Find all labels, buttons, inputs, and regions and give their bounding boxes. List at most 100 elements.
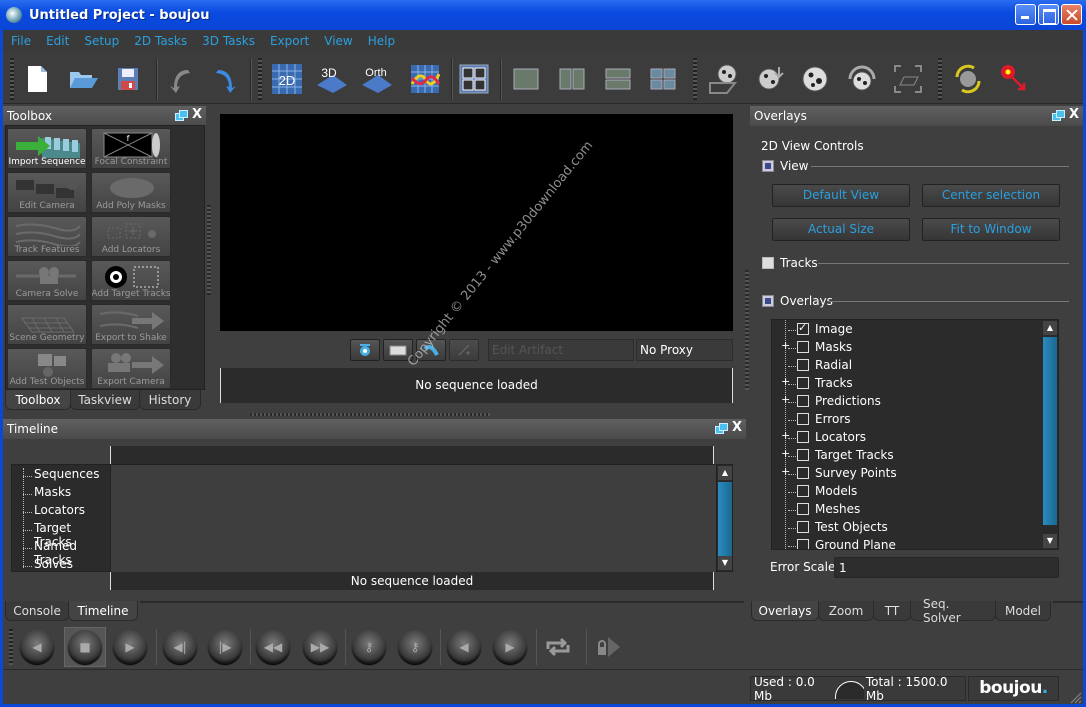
tracks-checkbox[interactable] [762,257,774,269]
vertical-splitter[interactable] [207,205,211,295]
tab-taskview[interactable]: Taskview [70,390,140,410]
view-orth-button[interactable]: Orth [360,62,394,96]
scroll-thumb[interactable] [718,482,732,556]
overlay-item-target-tracks[interactable]: + Target Tracks [772,447,1042,465]
toolbar-grip[interactable] [10,58,14,100]
tab-timeline[interactable]: Timeline [68,601,138,621]
tree-item-named-tracks[interactable]: Named Tracks [12,539,110,567]
float-panel-icon[interactable] [174,110,188,121]
tool-export-camera[interactable]: Export Camera [91,348,171,389]
menu-edit[interactable]: Edit [46,34,69,48]
tool-add-test-objects[interactable]: Add Test Objects [7,348,87,389]
camera-orbit-button[interactable] [845,62,879,96]
camera-look-button[interactable] [798,62,832,96]
layout-two-horizontal-button[interactable] [601,62,635,96]
close-button[interactable] [1061,4,1082,25]
tab-console[interactable]: Console [5,601,69,621]
next-key-button[interactable]: ⚷ [398,630,432,664]
step-back-button[interactable]: ◀| [163,630,197,664]
next-marker-button[interactable]: ▶ [493,630,527,664]
overlays-checkbox[interactable] [762,295,774,307]
overlay-item-models[interactable]: Models [772,483,1042,501]
default-view-button[interactable]: Default View [772,184,910,207]
scroll-down-button[interactable]: ▼ [1043,534,1057,548]
overlay-checkbox[interactable] [797,321,809,335]
tool-export-to-shake[interactable]: Export to Shake [91,304,171,345]
overlay-checkbox[interactable] [797,539,809,549]
overlay-checkbox[interactable] [797,359,809,371]
timeline-scrollbar[interactable]: ▲ ▼ [716,464,733,572]
expand-icon[interactable]: + [781,393,790,406]
camera-refresh-button[interactable] [951,62,985,96]
expand-icon[interactable]: + [781,339,790,352]
tree-item-locators[interactable]: Locators [12,503,110,521]
error-scale-input[interactable]: 1 [834,557,1059,578]
close-panel-icon[interactable]: X [192,108,202,122]
grid-layout-button[interactable] [457,62,491,96]
close-panel-icon[interactable]: X [732,421,742,435]
tool-import-sequence[interactable]: Import Sequence [7,128,87,169]
view-2d-button[interactable]: 2D [270,62,304,96]
2d-viewport[interactable] [220,114,733,331]
menu-2d-tasks[interactable]: 2D Tasks [134,34,187,48]
overlay-item-locators[interactable]: + Locators [772,429,1042,447]
locator-pin-button[interactable] [997,62,1031,96]
scroll-down-button[interactable]: ▼ [718,556,732,570]
minimize-button[interactable] [1015,4,1036,25]
tab-overlays[interactable]: Overlays [751,601,819,621]
overlay-item-ground-plane[interactable]: Ground Plane [772,537,1042,549]
overlay-checkbox[interactable] [797,341,809,353]
tool-camera-solve[interactable]: Camera Solve [7,260,87,301]
new-file-button[interactable] [20,62,54,96]
menu-3d-tasks[interactable]: 3D Tasks [202,34,255,48]
expand-icon[interactable]: + [781,375,790,388]
play-forward-button[interactable]: ▶ [113,630,147,664]
tool-add-locators[interactable]: Add Locators [91,216,171,257]
layout-single-button[interactable] [509,62,543,96]
overlay-item-tracks[interactable]: + Tracks [772,375,1042,393]
tab-seq-solver[interactable]: Seq. Solver [910,597,996,625]
redo-button[interactable] [208,62,242,96]
actual-size-button[interactable]: Actual Size [772,218,910,241]
tree-item-target-tracks[interactable]: Target Tracks [12,521,110,549]
overlay-checkbox[interactable] [797,377,809,389]
tool-add-target-tracks[interactable]: Add Target Tracks [91,260,171,301]
snapshot-button[interactable] [350,339,380,361]
menu-export[interactable]: Export [270,34,309,48]
undo-button[interactable] [164,62,198,96]
edit-artifact-field[interactable]: Edit Artifact [488,339,634,361]
float-panel-icon[interactable] [1051,110,1065,121]
layout-four-button[interactable] [646,62,680,96]
tab-tt[interactable]: TT [873,601,911,621]
stop-button-face[interactable]: ■ [68,630,102,664]
overlay-checkbox[interactable] [797,467,809,479]
overlay-checkbox[interactable] [797,521,809,533]
overlay-checkbox[interactable] [797,413,809,425]
lock-forward-button[interactable] [592,630,626,664]
menu-setup[interactable]: Setup [84,34,119,48]
vertical-splitter[interactable] [745,270,749,390]
expand-icon[interactable]: + [781,429,790,442]
overlay-item-radial[interactable]: Radial [772,357,1042,375]
scroll-thumb[interactable] [1043,337,1057,525]
overlay-checkbox[interactable] [797,395,809,407]
prev-marker-button[interactable]: ◀ [447,630,481,664]
toolbar-grip[interactable] [693,58,697,100]
resize-grip-icon[interactable] [1068,690,1082,704]
menu-help[interactable]: Help [368,34,395,48]
overlay-item-predictions[interactable]: + Predictions [772,393,1042,411]
view-3d-button[interactable]: 3D [315,62,349,96]
loop-button[interactable] [541,630,575,664]
frame-ground-button[interactable] [891,62,925,96]
overlay-checkbox[interactable] [797,503,809,515]
toolbar-grip[interactable] [938,58,942,100]
graph-view-button[interactable] [408,62,442,96]
overlay-item-test-objects[interactable]: Test Objects [772,519,1042,537]
toolbar-grip[interactable] [9,629,13,665]
camera-ground-button[interactable] [706,62,740,96]
artifact-tool-button[interactable] [449,339,479,361]
menu-view[interactable]: View [324,34,352,48]
overlay-item-masks[interactable]: + Masks [772,339,1042,357]
tab-zoom[interactable]: Zoom [818,601,874,621]
open-button[interactable] [66,62,100,96]
